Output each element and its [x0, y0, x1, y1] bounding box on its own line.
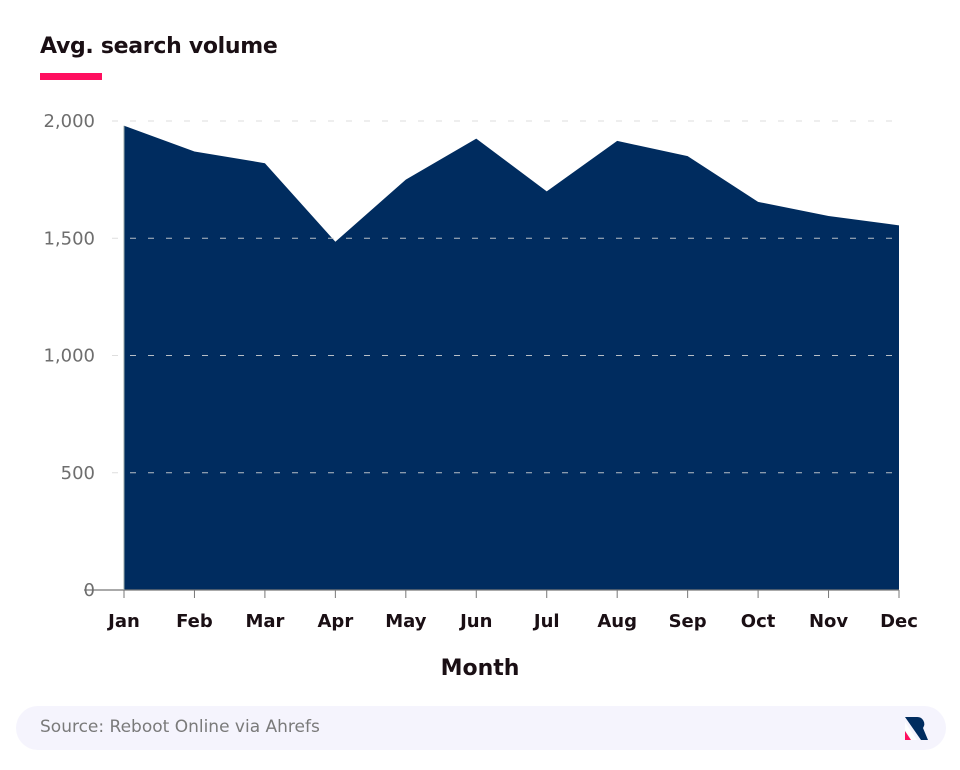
x-tick-label: Mar [245, 611, 284, 632]
x-tick-label: Jun [458, 611, 492, 632]
y-tick-label: 1,500 [43, 228, 95, 249]
x-tick-label: Nov [809, 611, 848, 632]
y-tick-label: 0 [84, 580, 95, 601]
x-tick-label: Apr [318, 611, 354, 632]
source-footer: Source: Reboot Online via Ahrefs [16, 706, 946, 750]
source-text: Source: Reboot Online via Ahrefs [40, 717, 320, 737]
x-tick-label: Feb [176, 611, 213, 632]
x-axis-label: Month [441, 656, 520, 681]
area-chart: 0 500 1,000 1,500 2,000 Jan Feb Mar Apr May Jun Ju… [43, 111, 918, 681]
x-tick-label: Aug [597, 611, 637, 632]
x-axis-ticks: Jan Feb Mar Apr May Jun Jul Aug Sep Oct Nov Dec [106, 590, 918, 632]
area-series [112, 120, 899, 590]
reboot-online-logo-icon [905, 716, 928, 740]
x-tick-label: May [385, 611, 427, 632]
x-tick-label: Jan [106, 611, 140, 632]
y-tick-label: 1,000 [43, 346, 95, 367]
x-tick-label: Jul [532, 611, 560, 632]
y-tick-label: 2,000 [43, 111, 95, 132]
area-fill [124, 125, 899, 590]
x-tick-label: Sep [669, 611, 707, 632]
x-tick-label: Dec [880, 611, 918, 632]
y-axis-ticks: 0 500 1,000 1,500 2,000 [43, 111, 95, 601]
y-tick-label: 500 [61, 463, 95, 484]
x-tick-label: Oct [741, 611, 776, 632]
